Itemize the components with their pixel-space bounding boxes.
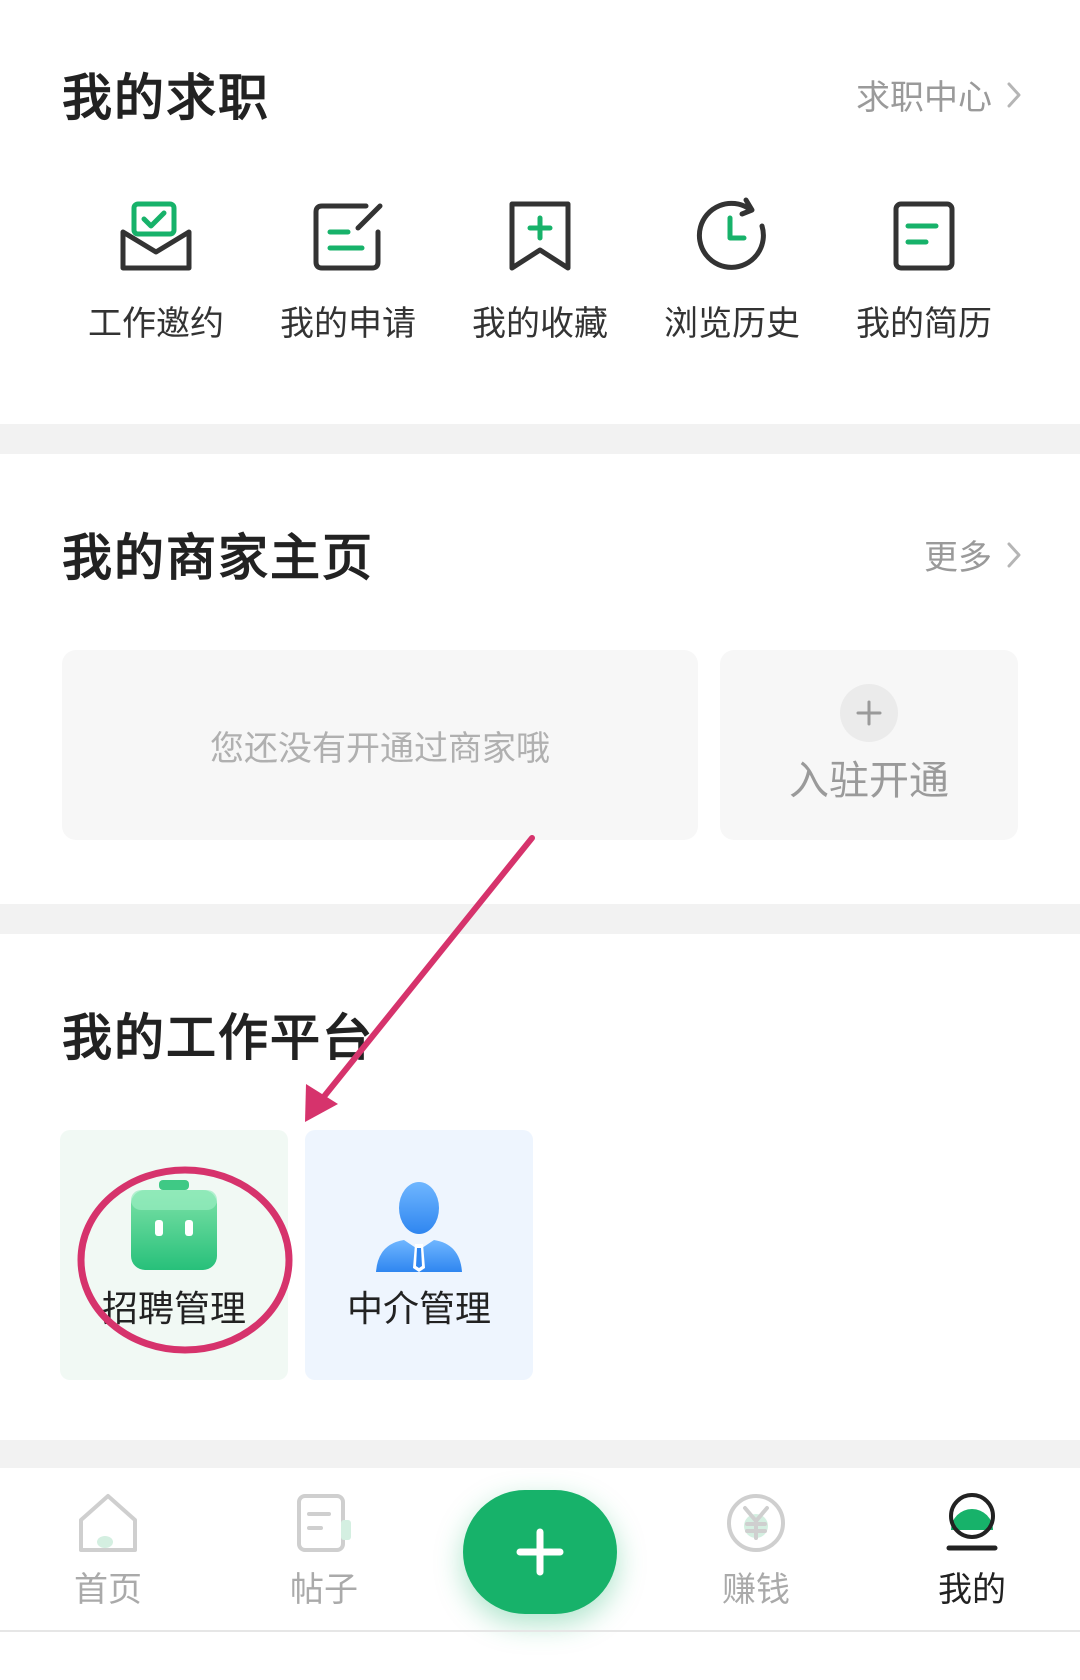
- job-section: 我的求职 求职中心 工作邀约 我的申请 我的收藏 浏览历史 我的简历: [0, 0, 1080, 424]
- section-divider: [0, 1440, 1080, 1468]
- agent-person-icon: [376, 1182, 462, 1272]
- feature-label: 工作邀约: [88, 304, 224, 344]
- tab-mine[interactable]: 我的: [902, 1490, 1042, 1611]
- merchant-more-link-label: 更多: [924, 538, 992, 578]
- bottom-tab-bar: 首页 帖子 赚钱 我的: [0, 1468, 1080, 1630]
- feature-browse-history[interactable]: 浏览历史: [636, 196, 828, 345]
- page: 我的求职 求职中心 工作邀约 我的申请 我的收藏 浏览历史 我的简历 我的商家主…: [0, 0, 1080, 1680]
- history-clock-icon: [696, 197, 766, 270]
- job-feature-row: 工作邀约 我的申请 我的收藏 浏览历史 我的简历: [60, 196, 1020, 345]
- card-label: 招聘管理: [101, 1289, 246, 1330]
- job-center-link-label: 求职中心: [856, 78, 992, 118]
- feature-my-resume[interactable]: 我的简历: [828, 196, 1020, 345]
- feature-my-applications[interactable]: 我的申请: [252, 196, 444, 345]
- merchant-section-title: 我的商家主页: [62, 529, 374, 587]
- plus-icon: [516, 1528, 564, 1576]
- bookmark-add-icon: [509, 201, 571, 271]
- application-edit-icon: [313, 203, 383, 271]
- feature-label: 我的收藏: [472, 304, 608, 344]
- feature-label: 浏览历史: [664, 304, 800, 344]
- job-center-link[interactable]: 求职中心: [856, 70, 1022, 119]
- feature-label: 我的简历: [856, 304, 992, 344]
- recruitment-management-card[interactable]: 招聘管理: [60, 1130, 288, 1380]
- work-section-title: 我的工作平台: [62, 1009, 374, 1067]
- tab-posts[interactable]: 帖子: [254, 1490, 394, 1611]
- yen-coin-icon: [727, 1494, 785, 1552]
- section-divider: [0, 904, 1080, 934]
- invitation-envelope-icon: [120, 201, 192, 271]
- annotation-arrow-head: [305, 1084, 338, 1122]
- merchant-join-button[interactable]: 入驻开通: [720, 650, 1018, 840]
- merchant-join-label: 入驻开通: [789, 758, 949, 804]
- chevron-right-icon: [1007, 542, 1021, 567]
- home-icon: [79, 1494, 137, 1552]
- merchant-more-link[interactable]: 更多: [924, 530, 1022, 579]
- plus-icon: [840, 684, 898, 742]
- resume-document-icon: [893, 201, 955, 271]
- tab-label: 我的: [938, 1570, 1006, 1610]
- feature-job-invitation[interactable]: 工作邀约: [60, 196, 252, 345]
- briefcase-icon: [131, 1180, 217, 1270]
- merchant-empty-card: 您还没有开通过商家哦: [62, 650, 698, 840]
- agency-management-card[interactable]: 中介管理: [305, 1130, 533, 1380]
- profile-icon: [946, 1493, 998, 1551]
- job-section-title: 我的求职: [62, 69, 270, 127]
- tab-earn[interactable]: 赚钱: [686, 1490, 826, 1611]
- section-divider: [0, 424, 1080, 454]
- feature-label: 我的申请: [280, 304, 416, 344]
- tab-home[interactable]: 首页: [38, 1490, 178, 1611]
- publish-fab-button[interactable]: [463, 1490, 617, 1614]
- tab-label: 赚钱: [722, 1570, 790, 1610]
- tab-label: 帖子: [290, 1570, 358, 1610]
- chevron-right-icon: [1007, 82, 1021, 107]
- bottom-divider: [0, 1630, 1080, 1632]
- merchant-empty-text: 您还没有开通过商家哦: [210, 728, 550, 769]
- feature-my-favorites[interactable]: 我的收藏: [444, 196, 636, 345]
- tab-label: 首页: [74, 1570, 142, 1610]
- card-label: 中介管理: [346, 1289, 491, 1330]
- post-icon: [297, 1494, 351, 1552]
